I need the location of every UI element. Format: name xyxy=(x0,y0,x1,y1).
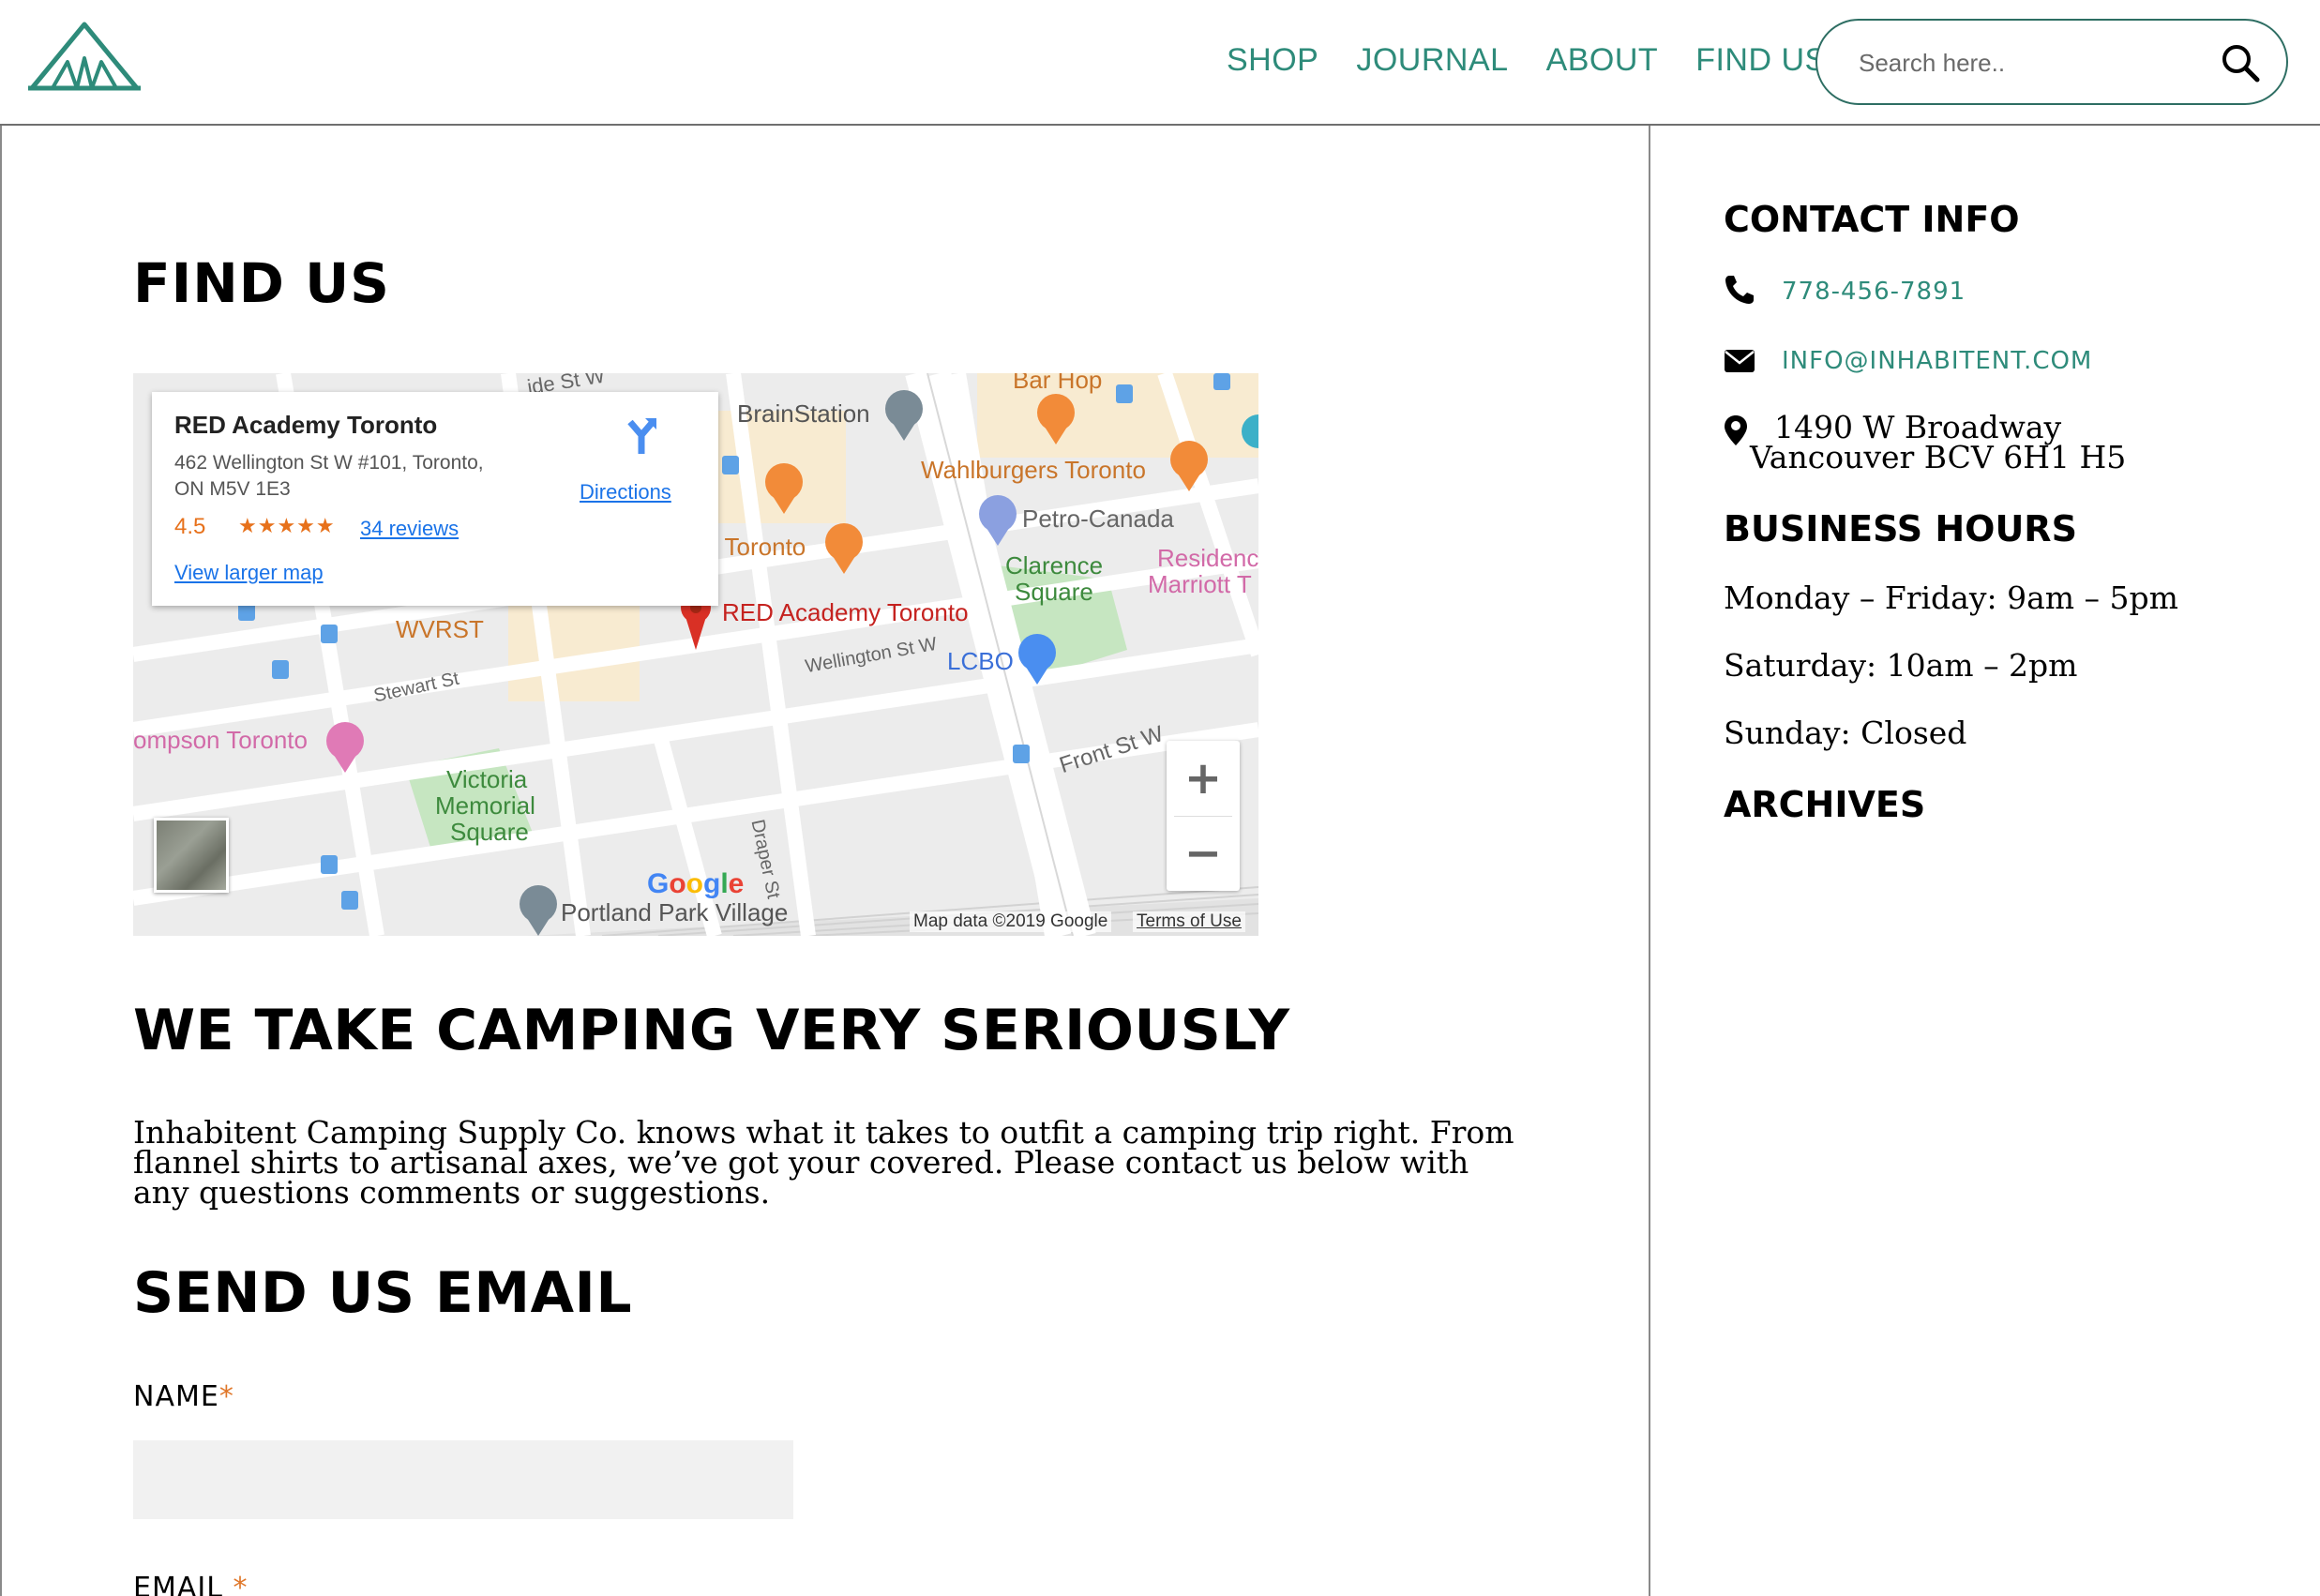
map-label-petro-canada: Petro-Canada xyxy=(1022,504,1174,533)
map-label-wahlburgers: Wahlburgers Toronto xyxy=(921,456,1146,484)
nav-find-us[interactable]: FIND US xyxy=(1695,41,1827,79)
nav-shop[interactable]: SHOP xyxy=(1227,41,1318,79)
place-address-line-1: 462 Wellington St W #101, Toronto, xyxy=(174,452,484,474)
business-hours-title: BUSINESS HOURS xyxy=(1724,508,2077,550)
search-form xyxy=(1815,19,2288,105)
star-rating-icon: ★★★★★ xyxy=(238,514,336,537)
directions-link[interactable]: Directions xyxy=(580,480,671,504)
google-logo: Google xyxy=(647,868,745,899)
contact-info-title: CONTACT INFO xyxy=(1724,199,2020,240)
required-marker: * xyxy=(233,1572,249,1596)
map-data-attribution: Map data ©2019 Google xyxy=(910,911,1112,932)
directions-icon[interactable] xyxy=(621,414,662,456)
map-label-clarence-2: Square xyxy=(1015,578,1093,606)
phone-link[interactable]: 778-456-7891 xyxy=(1782,278,1966,306)
reviews-link[interactable]: 34 reviews xyxy=(360,517,459,541)
nav-about[interactable]: ABOUT xyxy=(1546,41,1659,79)
search-input[interactable] xyxy=(1859,41,2196,84)
envelope-icon xyxy=(1725,350,1755,372)
place-name: RED Academy Toronto xyxy=(174,411,438,439)
email-link[interactable]: INFO@INHABITENT.COM xyxy=(1782,347,2092,375)
search-icon[interactable] xyxy=(2219,41,2262,84)
map-label-residence-1: Residenc xyxy=(1157,544,1258,572)
map-label-bar-hop: Bar Hop xyxy=(1013,373,1103,394)
address-block: 1490 W Broadway Vancouver BCV 6H1 H5 xyxy=(1750,412,2127,475)
archives-title: ARCHIVES xyxy=(1724,784,1926,825)
map-label-victoria-2: Memorial xyxy=(435,791,535,820)
satellite-toggle[interactable] xyxy=(154,818,229,893)
map-pin-icon xyxy=(1725,415,1747,445)
name-label: NAME* xyxy=(133,1380,234,1413)
place-rating: 4.5 xyxy=(174,514,206,539)
map-label-toronto: l Toronto xyxy=(713,533,806,561)
zoom-in-button[interactable]: + xyxy=(1167,741,1240,816)
email-label: EMAIL * xyxy=(133,1572,248,1596)
zoom-out-button[interactable]: − xyxy=(1167,816,1240,891)
map-label-clarence-1: Clarence xyxy=(1005,551,1104,580)
email-label-text: EMAIL xyxy=(133,1572,223,1596)
map-label-victoria-3: Square xyxy=(450,818,529,846)
hours-saturday: Saturday: 10am – 2pm xyxy=(1724,647,2078,684)
form-title: SEND US EMAIL xyxy=(133,1260,633,1326)
intro-paragraph: Inhabitent Camping Supply Co. knows what… xyxy=(133,1114,1514,1211)
map-label-thompson: ompson Toronto xyxy=(133,726,308,754)
map-label-lcbo: LCBO xyxy=(947,647,1014,675)
map-label-wvrst: WVRST xyxy=(396,615,484,643)
terms-of-use-link[interactable]: Terms of Use xyxy=(1133,911,1245,932)
site-header: SHOP JOURNAL ABOUT FIND US xyxy=(0,0,2320,126)
map-label-victoria-1: Victoria xyxy=(446,765,528,793)
place-info-card: RED Academy Toronto 462 Wellington St W … xyxy=(152,392,718,606)
map-label-residence-2: Marriott T xyxy=(1148,570,1252,598)
required-marker: * xyxy=(218,1380,234,1413)
place-address-line-2: ON M5V 1E3 xyxy=(174,478,291,500)
hours-sunday: Sunday: Closed xyxy=(1724,715,1967,751)
tent-logo-icon[interactable] xyxy=(28,21,141,94)
section-title: WE TAKE CAMPING VERY SERIOUSLY xyxy=(133,998,1290,1063)
name-input[interactable] xyxy=(133,1440,793,1519)
page-title: FIND US xyxy=(133,251,390,315)
map-label-portland: Portland Park Village xyxy=(561,898,789,926)
main-nav: SHOP JOURNAL ABOUT FIND US xyxy=(1227,41,1864,79)
hours-weekday: Monday – Friday: 9am – 5pm xyxy=(1724,580,2178,616)
google-map[interactable]: ide St W BrainStation Bar Hop Wahlburger… xyxy=(133,373,1258,936)
map-label-red-academy: RED Academy Toronto xyxy=(722,598,969,626)
nav-journal[interactable]: JOURNAL xyxy=(1356,41,1508,79)
view-larger-map-link[interactable]: View larger map xyxy=(174,561,324,585)
address-line-2: Vancouver BCV 6H1 H5 xyxy=(1750,439,2127,475)
phone-icon xyxy=(1725,276,1754,304)
place-address: 462 Wellington St W #101, Toronto, ON M5… xyxy=(174,450,550,503)
map-label-brainstation: BrainStation xyxy=(737,399,870,428)
name-label-text: NAME xyxy=(133,1380,219,1413)
map-zoom-control: + − xyxy=(1167,741,1240,891)
